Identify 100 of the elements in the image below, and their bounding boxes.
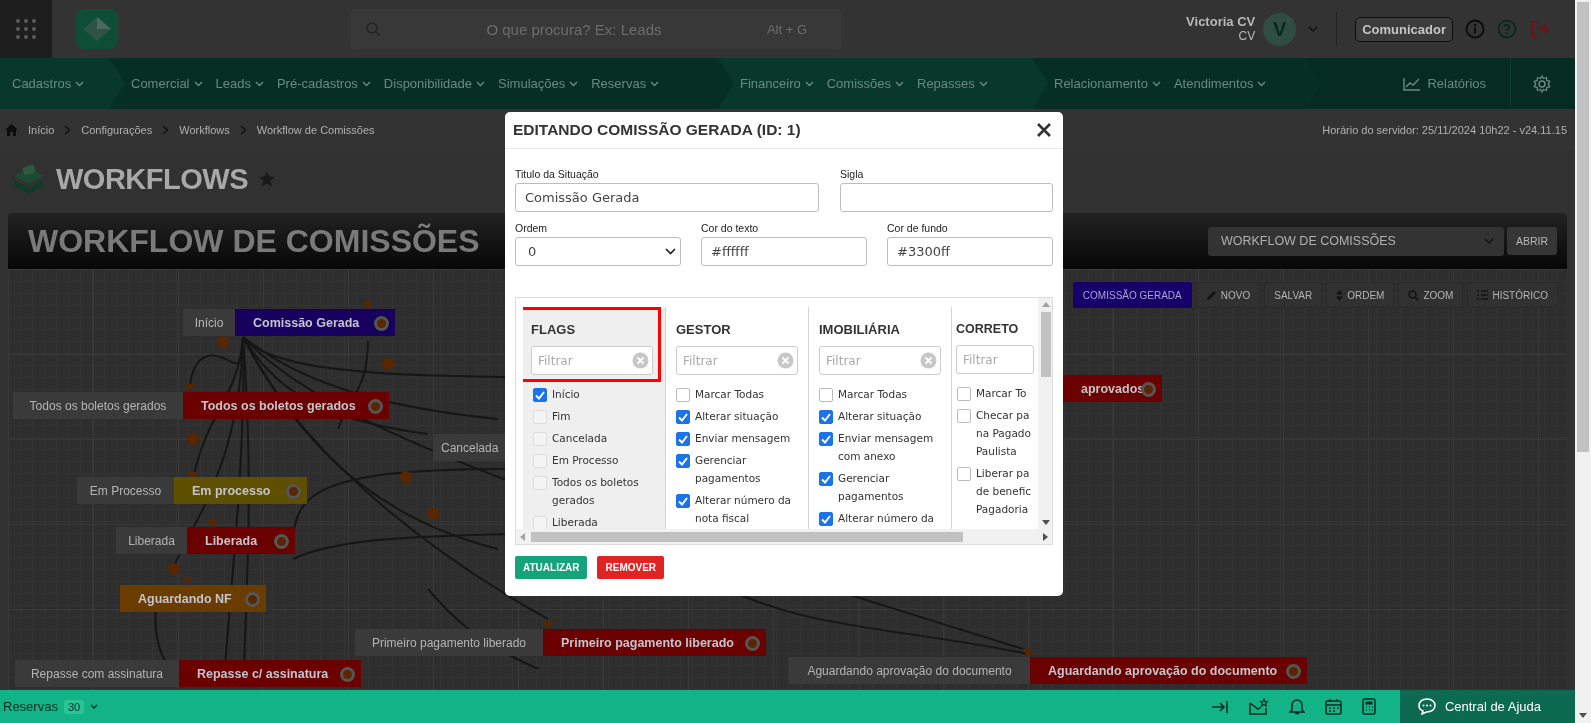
nav-menu-item[interactable]: Relacionamento (1054, 76, 1161, 91)
checkbox-label[interactable]: Todos os boletos gerados (552, 473, 657, 509)
toolbar-button[interactable]: ZOOM (1398, 282, 1464, 308)
open-button[interactable]: ABRIR (1506, 227, 1557, 255)
scroll-down-icon[interactable] (1579, 713, 1587, 718)
nav-menu-item[interactable]: Reservas (591, 76, 660, 91)
scroll-left-icon[interactable] (520, 532, 525, 541)
checkbox-label[interactable]: Fim (552, 407, 571, 425)
checkbox-label[interactable]: Início (552, 385, 580, 403)
nav-menu-item[interactable]: Comissões (826, 76, 904, 91)
checkbox-label[interactable]: Cancelada (552, 429, 608, 447)
help-icon[interactable] (1497, 19, 1517, 39)
remove-button[interactable]: REMOVER (597, 556, 665, 579)
breadcrumb-link[interactable]: Configurações (81, 123, 153, 136)
filter-field[interactable]: Filtrar (956, 345, 1034, 374)
scroll-down-icon[interactable] (1042, 520, 1050, 525)
checkbox[interactable] (957, 467, 971, 481)
caret-icon[interactable] (90, 704, 99, 709)
checkbox-label[interactable]: Alterar número da (838, 509, 935, 527)
logout-icon[interactable] (1529, 19, 1551, 39)
workflow-node[interactable]: Aguardando aprovação do documento (1030, 657, 1307, 684)
order-select[interactable]: 0 (515, 237, 681, 266)
filter-field[interactable]: Filtrar (676, 346, 798, 375)
scrollbar-thumb[interactable] (1577, 2, 1589, 452)
clear-icon[interactable] (777, 352, 794, 369)
workflow-select[interactable]: WORKFLOW DE COMISSÕES (1207, 226, 1504, 256)
checkbox-label[interactable]: Marcar Todas (838, 385, 908, 403)
checkbox-label[interactable]: Enviar mensagem (695, 429, 791, 447)
module-name[interactable]: Reservas (3, 699, 58, 714)
filter-input[interactable]: Filtrar (536, 352, 632, 369)
workflow-node[interactable]: Liberada (187, 527, 295, 554)
workflow-node[interactable]: aprovados (1063, 375, 1162, 402)
star-icon[interactable] (258, 170, 276, 188)
background-color-input[interactable]: #3300ff (887, 237, 1053, 266)
checkbox-label[interactable]: Enviar mensagem com anexo (838, 429, 943, 465)
checkbox-label[interactable]: Gerenciar pagamentos (695, 451, 800, 487)
calculator-icon[interactable] (1361, 698, 1376, 715)
waypoint-dot[interactable] (400, 471, 412, 483)
nav-menu-item[interactable]: Repasses (917, 76, 988, 91)
checkbox[interactable] (957, 409, 971, 423)
envelope-star-icon[interactable] (1248, 697, 1269, 716)
scroll-right-icon[interactable] (1043, 532, 1048, 541)
checkbox-label[interactable]: Marcar To (976, 384, 1027, 402)
scrollbar-thumb[interactable] (531, 531, 963, 542)
toolbar-button[interactable]: NOVO (1195, 282, 1261, 308)
checkbox[interactable] (676, 454, 690, 468)
acronym-input[interactable] (840, 183, 1053, 212)
title-input[interactable]: Comissão Gerada (515, 183, 819, 212)
nav-menu-item[interactable]: Pré-cadastros (276, 76, 371, 91)
checkbox-label[interactable]: Checar pa na Pagado Paulista (976, 406, 1031, 460)
checkbox[interactable] (676, 410, 690, 424)
checkbox[interactable] (819, 388, 833, 402)
checkbox-label[interactable]: Liberada (552, 513, 598, 529)
checkbox[interactable] (676, 432, 690, 446)
filter-input[interactable]: Filtrar (681, 352, 777, 369)
logo-icon[interactable] (76, 9, 118, 49)
waypoint-dot[interactable] (168, 563, 180, 575)
scrollbar-thumb[interactable] (1041, 312, 1051, 377)
checkbox-label[interactable]: Liberar pa de benefic Pagadoria (976, 464, 1032, 518)
breadcrumb-link[interactable]: Workflow de Comissões (256, 123, 375, 136)
checkbox[interactable] (819, 432, 833, 446)
filter-input[interactable]: Filtrar (824, 352, 920, 369)
waypoint-dot[interactable] (217, 336, 229, 348)
checkbox[interactable] (533, 388, 547, 402)
info-icon[interactable] (1465, 19, 1485, 39)
workflow-node[interactable]: Repasse c/ assinatura (179, 660, 361, 687)
page-scrollbar[interactable] (1575, 0, 1591, 723)
checkbox[interactable] (957, 387, 971, 401)
checkbox-label[interactable]: Gerenciar pagamentos (838, 469, 943, 505)
nav-menu-item[interactable]: Comercial (131, 76, 203, 91)
waypoint-dot[interactable] (187, 433, 199, 445)
nav-menu-item[interactable]: Simulações (498, 76, 579, 91)
checkbox[interactable] (819, 410, 833, 424)
checkbox[interactable] (819, 472, 833, 486)
checkbox-label[interactable]: Alterar situação (695, 407, 779, 425)
panel-vertical-scrollbar[interactable] (1038, 298, 1052, 529)
workflow-node[interactable]: Em processo (174, 477, 307, 504)
nav-menu-item[interactable]: Disponibilidade (383, 76, 486, 91)
checkbox[interactable] (819, 512, 833, 526)
panel-horizontal-scrollbar[interactable] (516, 529, 1052, 544)
workflow-node[interactable]: Todos os boletos gerados (183, 392, 389, 419)
toolbar-button[interactable]: ORDEM (1326, 282, 1395, 308)
workflow-node[interactable]: Primeiro pagamento liberado (543, 629, 766, 656)
bell-icon[interactable] (1288, 698, 1305, 715)
clear-icon[interactable] (632, 352, 649, 369)
workflow-node[interactable]: Aguardando NF (120, 585, 266, 612)
checkbox[interactable] (676, 494, 690, 508)
apps-menu-button[interactable] (0, 0, 52, 58)
checkbox-label[interactable]: Em Processo (552, 451, 619, 469)
nav-menu-item[interactable]: Cadastros (12, 76, 85, 91)
checkbox-label[interactable]: Marcar Todas (695, 385, 765, 403)
waypoint-dot[interactable] (427, 508, 439, 520)
nav-menu-item[interactable]: Leads (215, 76, 264, 91)
checkbox-label[interactable]: Alterar número da nota fiscal (695, 491, 800, 527)
workflow-node[interactable]: Comissão Gerada (235, 309, 395, 336)
nav-menu-item[interactable]: Atendimentos (1173, 76, 1267, 91)
breadcrumb-link[interactable]: Workflows (179, 123, 230, 136)
filter-field[interactable]: Filtrar (819, 346, 941, 375)
help-center-button[interactable]: Central de Ajuda (1399, 690, 1575, 723)
arrow-to-line-icon[interactable] (1210, 699, 1229, 714)
